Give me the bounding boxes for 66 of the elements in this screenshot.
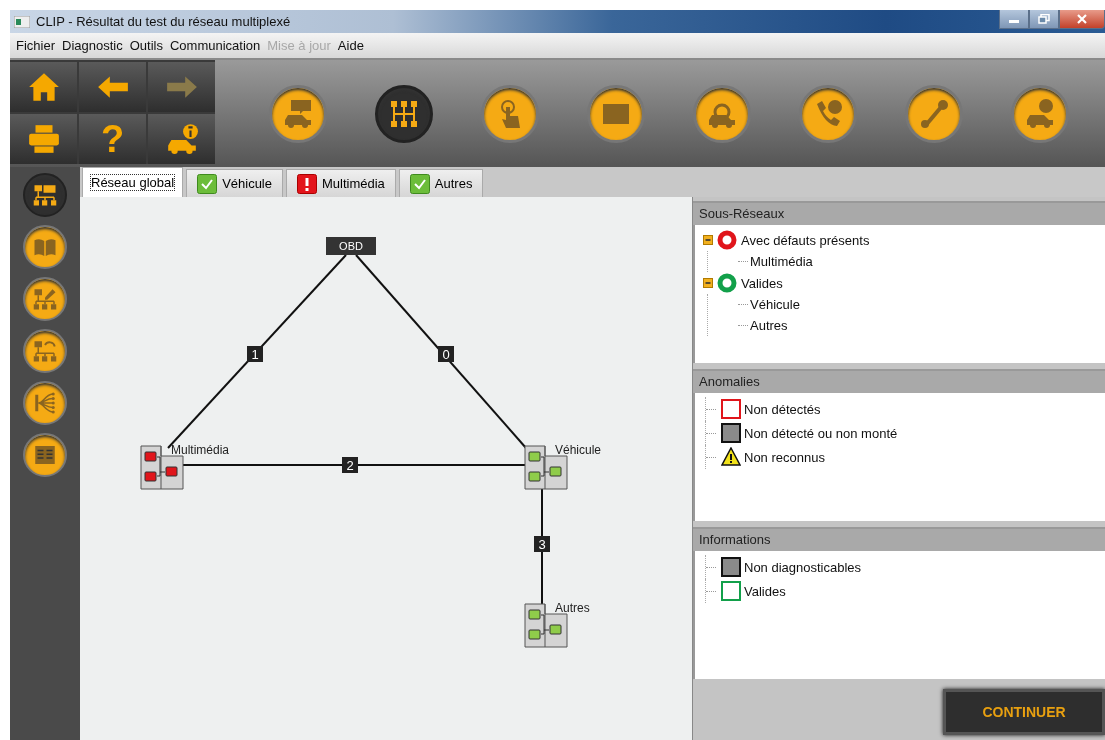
network-button[interactable] bbox=[23, 173, 67, 217]
tree-item[interactable]: Autres bbox=[750, 318, 788, 333]
minimize-button[interactable] bbox=[999, 10, 1029, 29]
document-icon bbox=[33, 443, 57, 467]
legend-label: Valides bbox=[744, 583, 786, 599]
port-node: OBD bbox=[326, 237, 376, 255]
book-button[interactable] bbox=[23, 225, 67, 269]
link-label: 0 bbox=[438, 346, 454, 362]
tab[interactable]: Multimédia bbox=[286, 169, 396, 197]
legend-label: Non diagnosticables bbox=[744, 559, 862, 575]
link-label: 2 bbox=[342, 457, 358, 473]
continue-button[interactable]: CONTINUER bbox=[943, 688, 1105, 735]
maximize-button[interactable] bbox=[1029, 10, 1059, 29]
window-title: CLIP - Résultat du test du réseau multiplexé bbox=[36, 14, 291, 29]
legend-label: Non détectés bbox=[744, 401, 821, 417]
panel-header: Informations bbox=[693, 529, 1105, 551]
warning-icon bbox=[721, 447, 741, 467]
tree-item[interactable]: Multimédia bbox=[750, 254, 813, 269]
node-label: Multimédia bbox=[171, 443, 230, 457]
help-button[interactable]: ? bbox=[79, 114, 146, 164]
print-icon bbox=[26, 122, 61, 156]
tree-item[interactable]: Valides bbox=[741, 275, 783, 291]
close-button[interactable] bbox=[1059, 10, 1105, 29]
close-icon bbox=[1076, 14, 1088, 24]
tab[interactable]: Réseau global bbox=[82, 167, 184, 197]
outlined-square-icon bbox=[721, 581, 741, 601]
tab[interactable]: Autres bbox=[398, 169, 484, 197]
home-button[interactable] bbox=[10, 62, 77, 112]
check-icon bbox=[197, 173, 218, 194]
vehicle-info-button[interactable] bbox=[148, 114, 215, 164]
legend-label: Non reconnus bbox=[744, 449, 825, 465]
filled-square-icon bbox=[721, 557, 741, 577]
network-icon bbox=[33, 183, 57, 207]
menu-item[interactable]: Fichier bbox=[16, 38, 55, 53]
restore-icon bbox=[1038, 14, 1050, 24]
panel-header: Sous-Réseaux bbox=[693, 203, 1105, 225]
link-label: 3 bbox=[534, 536, 550, 552]
car-message-icon bbox=[282, 97, 314, 130]
network-refresh-button[interactable] bbox=[23, 329, 67, 373]
legend-label: Non détecté ou non monté bbox=[744, 425, 898, 441]
print-button[interactable] bbox=[10, 114, 77, 164]
back-button[interactable] bbox=[79, 62, 146, 112]
menu-item[interactable]: Outils bbox=[129, 38, 163, 53]
check-icon bbox=[409, 173, 430, 194]
tree-item[interactable]: Avec défauts présents bbox=[741, 232, 870, 248]
link-label: 1 bbox=[247, 346, 263, 362]
document-button[interactable] bbox=[23, 433, 67, 477]
network-refresh-icon bbox=[33, 339, 57, 363]
wiring-button[interactable] bbox=[23, 381, 67, 425]
collapse-toggle-icon[interactable] bbox=[703, 278, 713, 288]
network-edit-icon bbox=[33, 287, 57, 311]
wiring-icon bbox=[33, 391, 57, 415]
tree-item[interactable]: Véhicule bbox=[750, 297, 800, 312]
filled-square-icon bbox=[721, 423, 741, 443]
panel-header: Anomalies bbox=[693, 371, 1105, 393]
menu-item[interactable]: Communication bbox=[169, 38, 261, 53]
collapse-toggle-icon[interactable] bbox=[703, 235, 713, 245]
tab[interactable]: Véhicule bbox=[186, 169, 283, 197]
outlined-square-icon bbox=[721, 399, 741, 419]
app-icon bbox=[14, 15, 30, 28]
network-edit-button[interactable] bbox=[23, 277, 67, 321]
warning-icon bbox=[297, 173, 317, 194]
menu-item[interactable]: Diagnostic bbox=[62, 38, 123, 53]
menu-item[interactable]: Aide bbox=[337, 38, 364, 53]
node-label: Véhicule bbox=[555, 443, 602, 457]
node-label: Autres bbox=[555, 601, 590, 615]
